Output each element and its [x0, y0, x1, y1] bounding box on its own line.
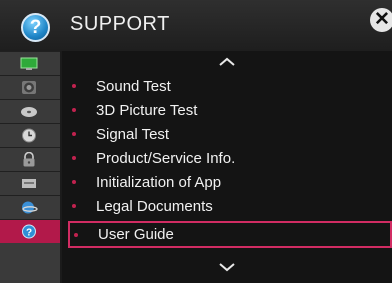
menu-item-signal-test[interactable]: Signal Test	[68, 122, 384, 146]
menu-item-label: User Guide	[98, 226, 174, 243]
sidebar-item-lock[interactable]	[0, 147, 60, 171]
network-icon	[22, 201, 38, 214]
chevron-down-icon	[219, 263, 235, 272]
menu-item-3d-picture-test[interactable]: 3D Picture Test	[68, 98, 384, 122]
sidebar-item-support[interactable]: ?	[0, 219, 60, 243]
menu-item-label: Signal Test	[96, 125, 170, 143]
page-title: SUPPORT	[70, 13, 170, 35]
sidebar-item-time[interactable]	[0, 123, 60, 147]
audio-icon	[22, 81, 36, 94]
menu-item-sound-test[interactable]: Sound Test	[68, 74, 384, 98]
bullet-icon	[72, 132, 76, 136]
bullet-icon	[72, 108, 76, 112]
sidebar-item-disc[interactable]	[0, 99, 60, 123]
menu-item-label: 3D Picture Test	[96, 101, 198, 119]
menu-item-label: Product/Service Info.	[96, 149, 236, 167]
disc-icon	[21, 107, 37, 117]
option-icon	[22, 179, 36, 188]
close-button[interactable]: ✕	[370, 8, 392, 32]
menu-item-legal-documents[interactable]: Legal Documents	[68, 194, 384, 218]
close-icon: ✕	[374, 9, 390, 30]
sidebar-item-option[interactable]	[0, 171, 60, 195]
settings-sidebar: ?	[0, 51, 60, 283]
menu-item-initialization-of-app[interactable]: Initialization of App	[68, 170, 384, 194]
sidebar-item-audio[interactable]	[0, 75, 60, 99]
support-panel: ? SUPPORT ✕ ? Sound Test 3D Picture Test…	[0, 0, 392, 283]
scroll-down-button[interactable]	[62, 259, 392, 277]
svg-text:?: ?	[26, 228, 32, 239]
header: ? SUPPORT ✕	[0, 0, 392, 51]
scroll-up-button[interactable]	[62, 54, 392, 72]
menu-item-label: Initialization of App	[96, 173, 222, 191]
sidebar-item-network[interactable]	[0, 195, 60, 219]
menu-item-label: Legal Documents	[96, 197, 213, 215]
support-menu-list: Sound Test 3D Picture Test Signal Test P…	[62, 51, 392, 283]
menu-item-user-guide[interactable]: User Guide	[68, 221, 392, 248]
sidebar-item-picture[interactable]	[0, 51, 60, 75]
menu-item-product-service-info[interactable]: Product/Service Info.	[68, 146, 384, 170]
lock-icon	[23, 152, 35, 167]
support-icon: ?	[22, 224, 36, 239]
bullet-icon	[72, 204, 76, 208]
bullet-icon	[72, 180, 76, 184]
bullet-icon	[72, 156, 76, 160]
chevron-up-icon	[219, 57, 235, 66]
picture-icon	[20, 57, 38, 70]
menu-item-label: Sound Test	[96, 77, 171, 95]
bullet-icon	[72, 84, 76, 88]
help-icon: ?	[21, 13, 50, 42]
bullet-icon	[74, 232, 78, 237]
clock-icon	[22, 128, 36, 143]
